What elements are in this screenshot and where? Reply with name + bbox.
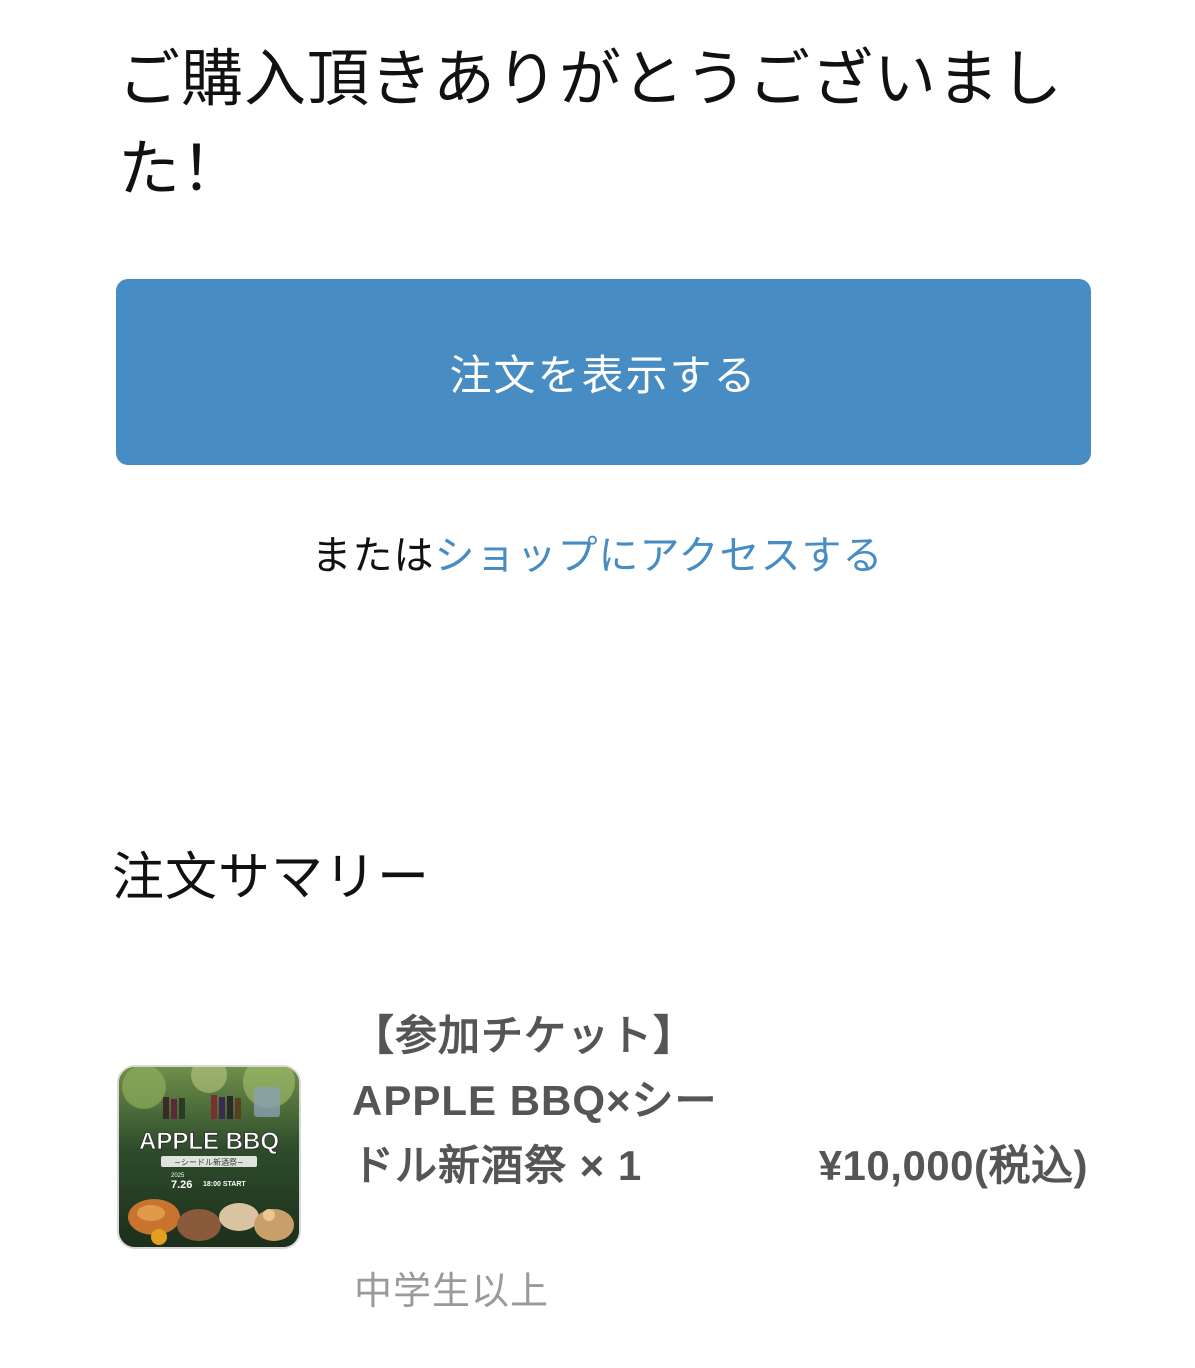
shop-access-link[interactable]: ショップにアクセスする: [435, 533, 884, 579]
shop-access-line: またはショップにアクセスする: [0, 526, 1195, 586]
order-summary-title: 注文サマリー: [112, 848, 431, 908]
thumb-time: 18:00 START: [203, 1181, 246, 1188]
product-thumbnail: APPLE BBQ ~シードル新酒祭~ 2025 7.26 18:00 STAR…: [117, 1065, 301, 1249]
thumb-headline: APPLE BBQ: [139, 1128, 279, 1155]
product-price: ¥10,000(税込): [818, 1142, 1088, 1189]
or-text: または: [311, 533, 435, 579]
product-thumbnail-image: APPLE BBQ ~シードル新酒祭~ 2025 7.26 18:00 STAR…: [119, 1067, 299, 1247]
order-confirmation-page: ご購入頂きありがとうございました！ 注文を表示する またはショップにアクセスする…: [0, 0, 1195, 1368]
thumb-subtitle: ~シードル新酒祭~: [174, 1157, 243, 1167]
thumb-date: 7.26: [171, 1179, 192, 1191]
page-title: ご購入頂きありがとうございました！: [118, 42, 1064, 205]
view-order-button[interactable]: 注文を表示する: [116, 279, 1091, 465]
product-name: 【参加チケット】APPLE BBQ×シードル新酒祭 × 1: [352, 1012, 718, 1189]
product-variant: 中学生以上: [354, 1269, 550, 1313]
